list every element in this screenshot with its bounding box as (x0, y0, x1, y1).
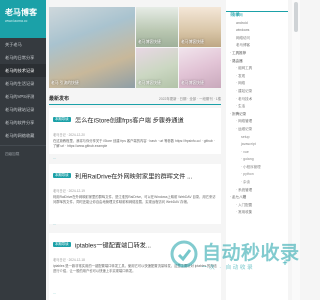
article-title[interactable]: iptables一键配置端口转发... (75, 242, 151, 249)
article-title[interactable]: 利用RaiDrive在外网映射家里的群晖文件 ... (75, 173, 192, 180)
toc-item[interactable]: windows (226, 27, 288, 35)
featured-caption: 老马博客快捷 (138, 40, 161, 44)
article-meta: 老马日记 · 2024-12-20 (53, 133, 85, 137)
toc-item[interactable]: · 运维记录 (226, 126, 288, 134)
toc-item[interactable]: · 工具推荐 (226, 50, 288, 58)
article-title[interactable]: 怎么在iStore创建frps客户端 步骤券通道 (75, 117, 184, 124)
toc-item[interactable]: · 折腾记录 (226, 111, 288, 119)
left-sidebar: 老马博客 www.laoma.cc 关于老马 老马的日常分享 老马的技术记录 老… (0, 0, 46, 300)
read-more-link[interactable]: ... (53, 291, 217, 295)
nav-item-share[interactable]: 老马的日常分享 (0, 51, 46, 64)
toc-header: 目录 (226, 0, 288, 18)
watermark-subtext: 一次 · 自动收录 (202, 265, 255, 271)
toc-item[interactable]: · python (226, 171, 288, 179)
featured-tile[interactable]: 老马博客快捷 (179, 48, 221, 88)
toc-item[interactable]: · 乱七八糟 (226, 194, 288, 202)
feed-title: 最新发布 (49, 96, 70, 102)
feed-filters[interactable]: 2022年更新 · 日期 · 全部 · 一段期刊 · 1楼 (159, 96, 221, 101)
article-meta: 老马日记 · 2024-12-19 (53, 189, 85, 193)
plus-icon[interactable]: + (280, 258, 290, 268)
nav-divider (0, 145, 46, 146)
article-excerpt: 利用RaiDrive在外网映射家里的群晖文件，是江淮的RaiDrive，可以在W… (53, 195, 216, 204)
article-card[interactable]: 本期导读 利用RaiDrive在外网映射家里的群晖文件 ... 老马日记 · 2… (49, 164, 221, 226)
toc-item[interactable]: · 常用收集 (226, 209, 288, 217)
toc-item[interactable]: 老马博客 (226, 42, 288, 50)
featured-tile[interactable]: 老马博客快捷 (179, 7, 221, 47)
toc-item[interactable]: · 生活 (226, 103, 288, 111)
nav-item-life[interactable]: 老马的生活记录 (0, 77, 46, 90)
toc-item[interactable]: setup (226, 134, 288, 142)
toc-item[interactable]: · 入门配置 (226, 202, 288, 210)
featured-tile[interactable]: 老马博客快捷 (136, 48, 178, 88)
toc-item[interactable]: · 小程序管理 (226, 164, 288, 172)
featured-tile[interactable]: 老马博客快捷 (136, 7, 178, 47)
toc-item[interactable]: · 系统管理 (226, 187, 288, 195)
site-title: 老马博客 (5, 8, 37, 17)
featured-caption: 老马博客快捷 (181, 81, 204, 85)
read-more-link[interactable]: ... (53, 222, 217, 226)
toc-item[interactable]: · 网络管理 (226, 118, 288, 126)
read-more-link[interactable]: ... (53, 156, 217, 160)
site-url: www.laoma.cc (5, 19, 28, 23)
page: 老马博客 www.laoma.cc 关于老马 老马的日常分享 老马的技术记录 老… (0, 0, 300, 300)
article-excerpt: 在这篇教程里，我将与你分享关于 iStore 创建 frps 客户端的内容 · … (53, 139, 215, 148)
featured-caption: 老马博客快捷 (138, 81, 161, 85)
nav-item-bookmarks[interactable]: 老马的网络收藏 (0, 129, 46, 142)
toc-list: · 分享网 android windows 网络访问 老马博客 · 工具推荐 · 路由器 · … (226, 12, 288, 217)
toc-item[interactable]: · 分享网 (226, 12, 288, 20)
featured-tile-large[interactable]: 老马 引流的快捷 (49, 7, 135, 88)
nav-item-build[interactable]: 老马的建站记录 (0, 103, 46, 116)
nav-item-vps[interactable]: 老马的VPS评测 (0, 90, 46, 103)
toc-item[interactable]: android (226, 20, 288, 28)
toc-item[interactable]: · 建站记录 (226, 88, 288, 96)
watermark: 自动秒收录 一次 · 自动收录 (170, 238, 299, 286)
article-tag[interactable]: 本期导读 (53, 117, 71, 123)
featured-caption: 老马 引流的快捷 (51, 81, 79, 85)
watermark-logo-icon (170, 240, 198, 268)
nav-item-about[interactable]: 关于老马 (0, 38, 46, 51)
article-tag[interactable]: 本期导读 (53, 242, 71, 248)
toc-item[interactable]: · 组网工具 (226, 65, 288, 73)
toc-item[interactable]: · 网络 (226, 80, 288, 88)
toc-item[interactable]: · 杂谈 (226, 179, 288, 187)
toc-item[interactable]: · 路由器 (226, 58, 288, 66)
featured-grid: 老马 引流的快捷 老马博客快捷 老马博客快捷 老马博客快捷 老马博客快捷 (49, 7, 221, 88)
toc-item[interactable]: javascript (226, 141, 288, 149)
feed-header: 最新发布 2022年更新 · 日期 · 全部 · 一段期刊 · 1楼 (49, 93, 221, 105)
scrollbar-thumb[interactable] (294, 2, 298, 32)
nav-footer: 四级加载 (5, 152, 20, 156)
toc-item[interactable]: · golang (226, 156, 288, 164)
toc-item[interactable]: · 发现 (226, 73, 288, 81)
toc-item[interactable]: 网络访问 (226, 35, 288, 43)
toc-item[interactable]: · 老马技术 (226, 96, 288, 104)
featured-caption: 老马博客快捷 (181, 40, 204, 44)
brand[interactable]: 老马博客 www.laoma.cc (0, 0, 46, 38)
nav-item-software[interactable]: 老马的软件分享 (0, 116, 46, 129)
nav-item-tech[interactable]: 老马的技术记录 (0, 64, 46, 77)
article-card[interactable]: 本期导读 怎么在iStore创建frps客户端 步骤券通道 老马日记 · 202… (49, 108, 221, 160)
article-tag[interactable]: 本期导读 (53, 173, 71, 179)
toc-item[interactable]: · vue (226, 149, 288, 157)
